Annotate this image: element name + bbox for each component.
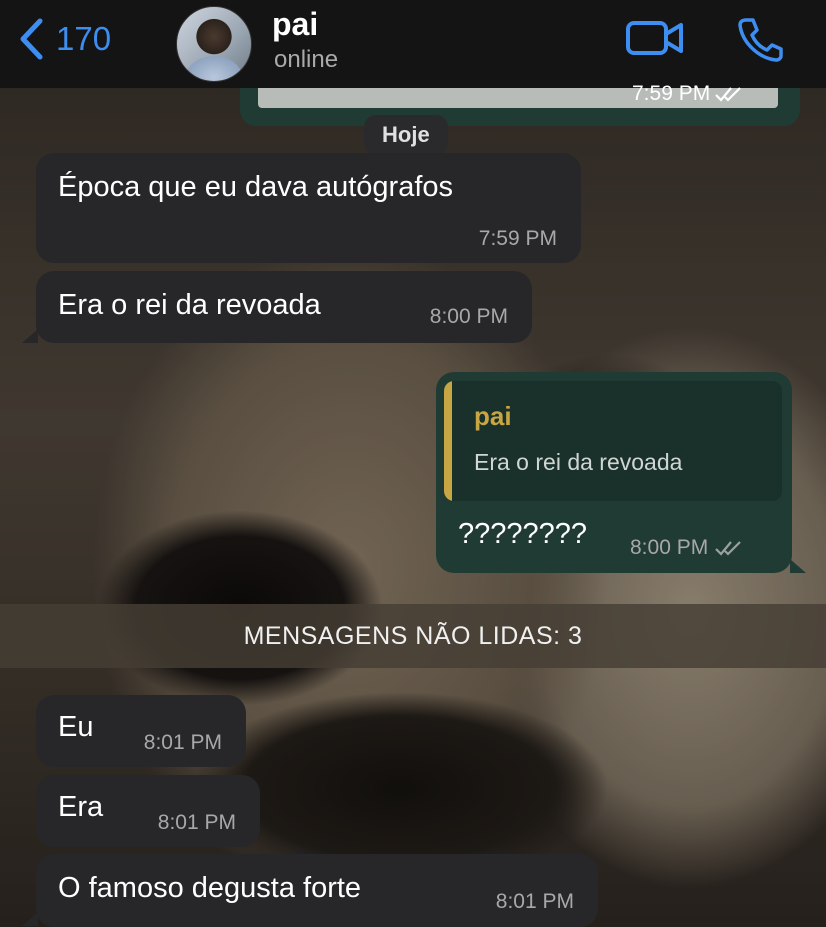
message-bubble-incoming[interactable]: Era o rei da revoada 8:00 PM	[36, 271, 532, 343]
previous-message-time: 7:59 PM	[632, 82, 744, 106]
message-time: 8:01 PM	[143, 731, 222, 754]
message-time: 8:00 PM	[630, 536, 709, 559]
date-separator: Hoje	[364, 115, 448, 155]
quote-text: Era o rei da revoada	[474, 449, 683, 475]
phone-icon	[738, 18, 783, 62]
bubble-tail	[22, 329, 38, 343]
bubble-tail	[22, 912, 38, 926]
chat-header: 170 pai online	[0, 0, 826, 88]
contact-status: online	[274, 46, 339, 73]
video-call-button[interactable]	[625, 18, 685, 63]
bubble-tail	[790, 559, 806, 573]
chevron-left-icon	[20, 18, 43, 60]
message-time: 7:59 PM	[478, 227, 557, 250]
unread-messages-banner: MENSAGENS NÃO LIDAS: 3	[0, 604, 826, 668]
contact-name[interactable]: pai	[272, 6, 318, 43]
double-check-icon	[715, 541, 741, 556]
message-time-row: 8:00 PM	[630, 536, 744, 560]
back-button[interactable]: 170	[18, 18, 111, 60]
double-check-icon	[715, 87, 741, 102]
message-time: 8:01 PM	[495, 890, 574, 913]
message-bubble-incoming[interactable]: Época que eu dava autógrafos 7:59 PM	[36, 153, 581, 263]
unread-chats-count: 170	[56, 20, 112, 57]
message-text: Era o rei da revoada	[58, 289, 321, 321]
quote-accent-bar	[444, 381, 452, 501]
message-bubble-incoming[interactable]: Era 8:01 PM	[36, 775, 260, 847]
message-text: Época que eu dava autógrafos	[58, 171, 454, 203]
message-text: ????????	[458, 518, 588, 550]
message-bubble-incoming[interactable]: Eu 8:01 PM	[36, 695, 246, 767]
message-text: Eu	[58, 711, 94, 743]
message-time: 7:59 PM	[632, 82, 711, 105]
video-call-icon	[626, 21, 683, 55]
message-time: 8:01 PM	[157, 811, 236, 834]
avatar[interactable]	[176, 6, 252, 82]
quote-author: pai	[474, 401, 512, 431]
message-text: Era	[58, 791, 104, 823]
voice-call-button[interactable]	[736, 16, 784, 67]
message-text: O famoso degusta forte	[58, 872, 362, 904]
message-bubble-incoming[interactable]: O famoso degusta forte 8:01 PM	[36, 854, 598, 927]
message-time: 8:00 PM	[429, 305, 508, 328]
quoted-message[interactable]: pai Era o rei da revoada	[444, 381, 782, 501]
